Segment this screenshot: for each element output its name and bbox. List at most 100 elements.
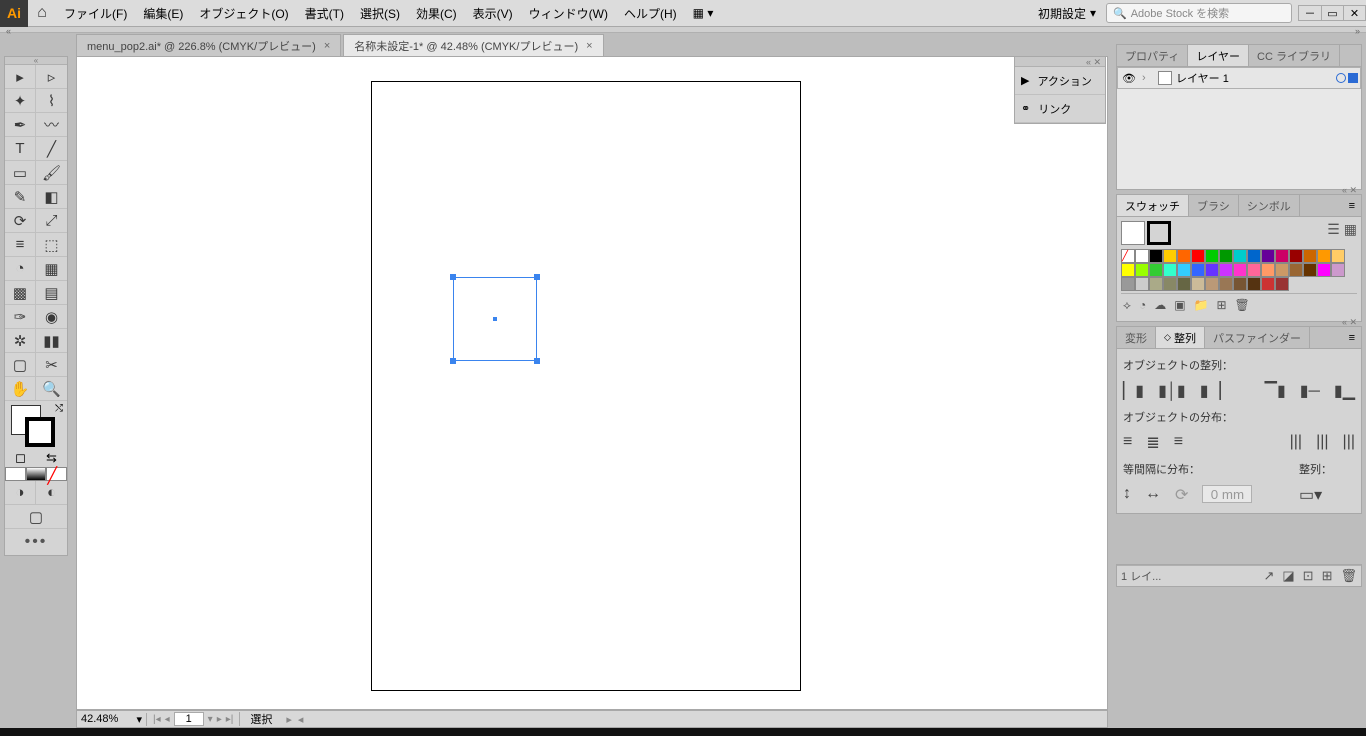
dist-right-icon[interactable]: ||| (1343, 433, 1355, 453)
actions-panel-button[interactable]: ▶アクション (1015, 67, 1105, 95)
prev-artboard-icon[interactable]: ◂ (165, 714, 170, 725)
swatch-color[interactable] (1149, 263, 1163, 277)
spacing-input[interactable] (1202, 485, 1252, 503)
shaper-tool[interactable]: ✎ (5, 185, 36, 209)
align-hcenter-icon[interactable]: ▮│▮ (1158, 381, 1186, 401)
swatch-color[interactable] (1247, 263, 1261, 277)
selection-handle[interactable] (450, 274, 456, 280)
selection-handle[interactable] (534, 274, 540, 280)
swatch-color[interactable] (1331, 249, 1345, 263)
swatch-color[interactable] (1261, 277, 1275, 291)
blend-tool[interactable]: ◉ (36, 305, 67, 329)
swatch-kinds-icon[interactable]: ◔ (1139, 298, 1146, 313)
swatch-color[interactable] (1233, 277, 1247, 291)
swatch-color[interactable] (1163, 263, 1177, 277)
dist-top-icon[interactable]: ≡ (1123, 433, 1132, 453)
first-artboard-icon[interactable]: |◂ (153, 714, 161, 725)
magic-wand-tool[interactable]: ✦ (5, 89, 36, 113)
swatch-color[interactable] (1191, 277, 1205, 291)
new-group-icon[interactable]: ▣ (1174, 298, 1185, 313)
menu-format[interactable]: 書式(T) (297, 0, 352, 27)
swatch-color[interactable] (1149, 249, 1163, 263)
stock-search[interactable]: 🔍Adobe Stock を検索 (1106, 3, 1292, 23)
menu-help[interactable]: ヘルプ(H) (616, 0, 685, 27)
width-tool[interactable]: ≡ (5, 233, 36, 257)
new-swatch-icon[interactable]: ⊞ (1216, 298, 1226, 313)
new-sublayer-icon[interactable]: ⊡ (1303, 568, 1314, 584)
align-right-icon[interactable]: ▮▕ (1200, 381, 1221, 401)
draw-color[interactable] (5, 467, 26, 481)
tab-symbols[interactable]: シンボル (1239, 195, 1300, 216)
collapse-panels-icon[interactable]: » (1355, 26, 1360, 36)
free-transform-tool[interactable]: ⬚ (36, 233, 67, 257)
pen-tool[interactable]: ✒ (5, 113, 36, 137)
menu-effect[interactable]: 効果(C) (408, 0, 465, 27)
stroke-swatch[interactable] (25, 417, 55, 447)
dist-left-icon[interactable]: ||| (1290, 433, 1302, 453)
layer-row[interactable]: 👁 › レイヤー 1 (1117, 67, 1361, 89)
swatch-color[interactable] (1233, 263, 1247, 277)
current-stroke-swatch[interactable] (1147, 221, 1171, 245)
collapse-toolbox-icon[interactable]: « (6, 26, 11, 36)
swatch-color[interactable] (1135, 249, 1149, 263)
canvas[interactable] (76, 56, 1108, 710)
curvature-tool[interactable]: 〰 (36, 113, 67, 137)
draw-none[interactable]: ╱ (46, 467, 67, 481)
tab-align[interactable]: ◇ 整列 (1156, 327, 1205, 348)
selection-handle[interactable] (450, 358, 456, 364)
grid-view-icon[interactable]: ▦ (1344, 221, 1357, 238)
tab-swatches[interactable]: スウォッチ (1117, 195, 1189, 216)
align-to-selector[interactable]: ▭▾ (1299, 485, 1322, 505)
paintbrush-tool[interactable]: 🖌 (36, 161, 67, 185)
perspective-tool[interactable]: ▦ (36, 257, 67, 281)
rotate-tool[interactable]: ⟳ (5, 209, 36, 233)
swatch-color[interactable] (1219, 263, 1233, 277)
swatch-color[interactable] (1261, 263, 1275, 277)
next-artboard-icon[interactable]: ▸ (217, 714, 222, 725)
swatch-color[interactable] (1205, 277, 1219, 291)
list-view-icon[interactable]: ☰ (1327, 221, 1340, 238)
swatch-color[interactable] (1163, 249, 1177, 263)
zoom-level[interactable]: 42.48%▾ (77, 713, 147, 726)
draw-behind-icon[interactable]: ◐ (36, 481, 67, 505)
align-left-icon[interactable]: ▏▮ (1123, 381, 1144, 401)
swatch-color[interactable] (1149, 277, 1163, 291)
menu-select[interactable]: 選択(S) (352, 0, 408, 27)
current-fill-swatch[interactable] (1121, 221, 1145, 245)
mesh-tool[interactable]: ▩ (5, 281, 36, 305)
swatch-color[interactable] (1331, 263, 1345, 277)
close-tab-icon[interactable]: × (324, 40, 330, 52)
links-panel-button[interactable]: ⚭リンク (1015, 95, 1105, 123)
swatch-color[interactable] (1303, 263, 1317, 277)
swatch-color[interactable] (1247, 249, 1261, 263)
swatch-color[interactable] (1303, 249, 1317, 263)
swatch-options-icon[interactable]: ☁ (1154, 298, 1166, 313)
panel-collapse-icon[interactable]: « ✕ (1086, 57, 1101, 67)
workspace-switcher[interactable]: 初期設定▾ (1028, 5, 1106, 22)
draw-gradient[interactable] (26, 467, 47, 481)
menu-view[interactable]: 表示(V) (465, 0, 521, 27)
menu-edit[interactable]: 編集(E) (135, 0, 191, 27)
new-layer-icon[interactable]: ⊞ (1322, 568, 1333, 584)
menu-object[interactable]: オブジェクト(O) (191, 0, 296, 27)
swatch-color[interactable] (1177, 277, 1191, 291)
align-vcenter-icon[interactable]: ▮─ (1300, 381, 1320, 401)
panel-menu-icon[interactable]: ≡ (1343, 195, 1361, 216)
direct-selection-tool[interactable]: ▹ (36, 65, 67, 89)
artboard-tool[interactable]: ▢ (5, 353, 36, 377)
swatch-color[interactable] (1233, 249, 1247, 263)
fill-stroke-control[interactable]: ⤭ (5, 401, 67, 449)
swatch-color[interactable] (1135, 277, 1149, 291)
last-artboard-icon[interactable]: ▸| (226, 714, 234, 725)
swatch-color[interactable] (1289, 249, 1303, 263)
scale-tool[interactable]: ⤢ (36, 209, 67, 233)
target-icon[interactable] (1336, 73, 1346, 83)
swatch-color[interactable] (1247, 277, 1261, 291)
dist-v-spacing-icon[interactable]: ↕ (1123, 485, 1131, 505)
slice-tool[interactable]: ✂ (36, 353, 67, 377)
swatch-libraries-icon[interactable]: ⟡ (1123, 298, 1131, 313)
edit-toolbar-icon[interactable]: ••• (5, 529, 67, 555)
window-close[interactable]: ✕ (1343, 6, 1365, 20)
tab-layers[interactable]: レイヤー (1188, 45, 1249, 66)
eraser-tool[interactable]: ◧ (36, 185, 67, 209)
